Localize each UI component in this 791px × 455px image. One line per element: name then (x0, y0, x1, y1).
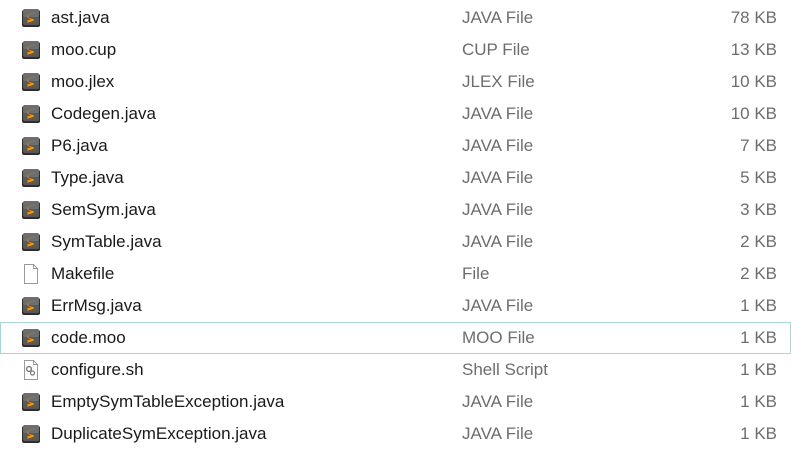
file-type: JAVA File (462, 232, 534, 251)
file-type: Shell Script (462, 360, 548, 379)
file-row[interactable]: ast.java JAVA File 78 KB (0, 2, 791, 34)
sublime-text-icon (21, 168, 41, 188)
file-name: ast.java (51, 8, 110, 27)
file-size: 1 KB (740, 360, 777, 379)
file-type: MOO File (462, 328, 535, 347)
file-type: CUP File (462, 40, 530, 59)
file-size: 1 KB (740, 424, 777, 443)
blank-file-icon (21, 264, 41, 284)
file-name: Type.java (51, 168, 124, 187)
file-type: JAVA File (462, 168, 534, 187)
file-name: configure.sh (51, 360, 144, 379)
file-type: File (462, 264, 490, 283)
file-size: 1 KB (740, 296, 777, 315)
file-size: 3 KB (740, 200, 777, 219)
file-name: moo.jlex (51, 72, 115, 91)
sublime-text-icon (21, 40, 41, 60)
sublime-text-icon (21, 392, 41, 412)
shell-script-icon (21, 360, 41, 380)
sublime-text-icon (21, 8, 41, 28)
file-row[interactable]: SemSym.java JAVA File 3 KB (0, 194, 791, 226)
file-size: 78 KB (730, 8, 777, 27)
sublime-text-icon (21, 200, 41, 220)
file-name: code.moo (51, 328, 126, 347)
file-size: 7 KB (740, 136, 777, 155)
file-name: ErrMsg.java (51, 296, 142, 315)
file-size: 5 KB (740, 168, 777, 187)
file-row[interactable]: Type.java JAVA File 5 KB (0, 162, 791, 194)
file-row[interactable]: SymTable.java JAVA File 2 KB (0, 226, 791, 258)
file-size: 1 KB (740, 392, 777, 411)
file-name: SemSym.java (51, 200, 156, 219)
file-row[interactable]: ErrMsg.java JAVA File 1 KB (0, 290, 791, 322)
sublime-text-icon (21, 296, 41, 316)
sublime-text-icon (21, 232, 41, 252)
file-name: DuplicateSymException.java (51, 424, 267, 443)
sublime-text-icon (21, 328, 41, 348)
file-row[interactable]: moo.cup CUP File 13 KB (0, 34, 791, 66)
file-list: ast.java JAVA File 78 KB moo.cup CUP File 13 … (0, 2, 791, 450)
sublime-text-icon (21, 424, 41, 444)
file-size: 2 KB (740, 232, 777, 251)
file-type: JAVA File (462, 392, 534, 411)
file-type: JAVA File (462, 8, 534, 27)
sublime-text-icon (21, 104, 41, 124)
file-type: JAVA File (462, 136, 534, 155)
sublime-text-icon (21, 72, 41, 92)
file-size: 2 KB (740, 264, 777, 283)
file-name: moo.cup (51, 40, 117, 59)
file-type: JAVA File (462, 424, 534, 443)
file-name: Codegen.java (51, 104, 156, 123)
file-size: 13 KB (730, 40, 777, 59)
file-type: JLEX File (462, 72, 535, 91)
file-row[interactable]: P6.java JAVA File 7 KB (0, 130, 791, 162)
file-type: JAVA File (462, 200, 534, 219)
file-type: JAVA File (462, 104, 534, 123)
file-row[interactable]: Codegen.java JAVA File 10 KB (0, 98, 791, 130)
file-size: 1 KB (740, 328, 777, 347)
file-row[interactable]: moo.jlex JLEX File 10 KB (0, 66, 791, 98)
file-name: EmptySymTableException.java (51, 392, 285, 411)
file-name: P6.java (51, 136, 108, 155)
sublime-text-icon (21, 136, 41, 156)
file-name: Makefile (51, 264, 115, 283)
file-row[interactable]: configure.sh Shell Script 1 KB (0, 354, 791, 386)
file-row[interactable]: Makefile File 2 KB (0, 258, 791, 290)
file-row[interactable]: code.moo MOO File 1 KB (0, 322, 791, 354)
file-row[interactable]: EmptySymTableException.java JAVA File 1 KB (0, 386, 791, 418)
file-size: 10 KB (730, 72, 777, 91)
file-row[interactable]: DuplicateSymException.java JAVA File 1 KB (0, 418, 791, 450)
file-type: JAVA File (462, 296, 534, 315)
file-size: 10 KB (730, 104, 777, 123)
file-name: SymTable.java (51, 232, 162, 251)
